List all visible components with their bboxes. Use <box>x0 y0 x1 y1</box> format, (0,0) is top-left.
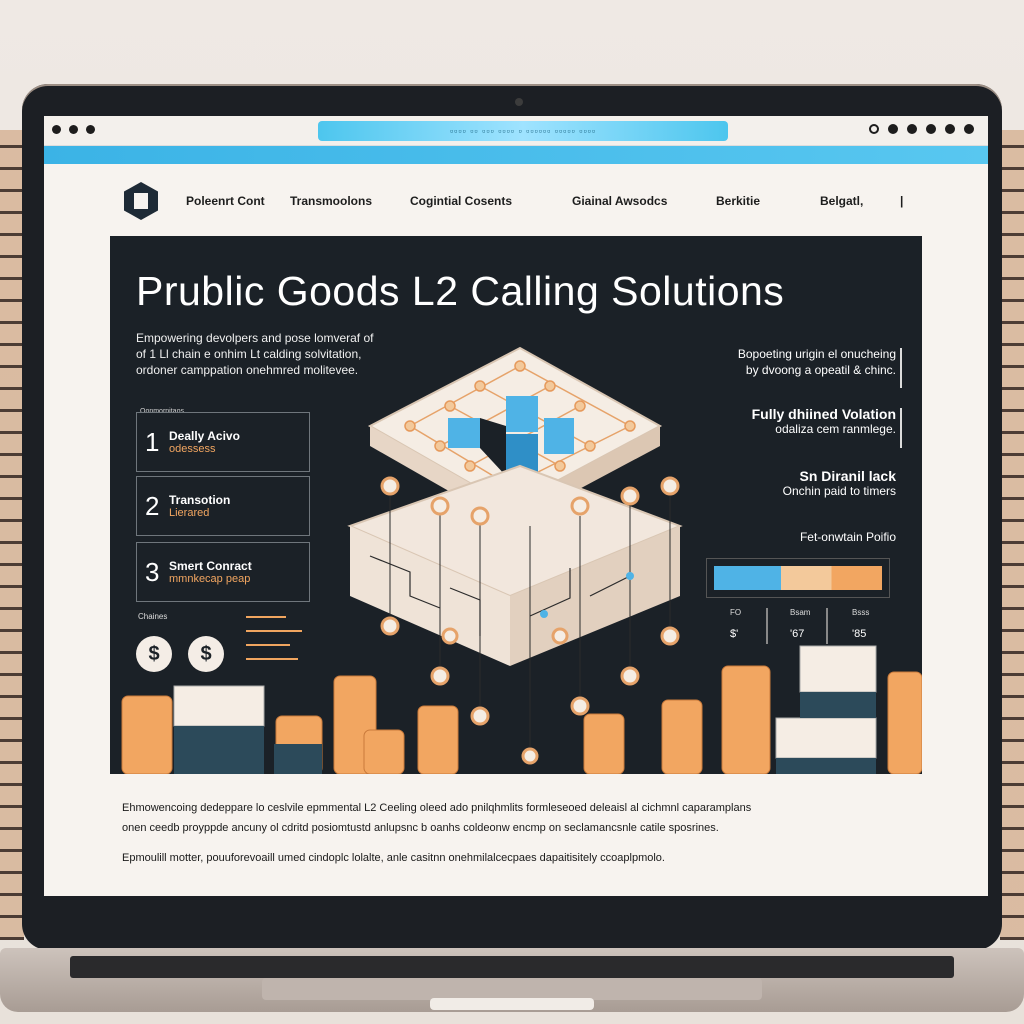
info-heading: Fet-onwtain Poifio <box>799 530 896 544</box>
menu-dot-icon[interactable] <box>964 124 974 134</box>
info-line: Bopoeting urigin el onucheing <box>737 347 896 361</box>
browser-tab-stripe <box>44 146 988 164</box>
maximize-dot-icon[interactable] <box>86 125 95 134</box>
nav-item[interactable]: Poleenrt Cont <box>186 194 265 208</box>
info-block: Fully dhiined Volation odaliza cem ranml… <box>752 406 896 436</box>
menu-dot-icon[interactable] <box>945 124 955 134</box>
divider-line <box>900 348 902 388</box>
menu-dot-icon[interactable] <box>926 124 936 134</box>
keyboard <box>70 956 954 978</box>
info-block: Sn Diranil lack Onchin paid to timers <box>783 468 896 498</box>
laptop-screen: ▫▫▫▫ ▫▫ ▫▫▫ ▫▫▫▫ ▫ ▫▫▫▫▫▫ ▫▫▫▫▫ ▫▫▫▫ Pol… <box>44 116 988 896</box>
shelf-left <box>0 130 24 940</box>
bar-line <box>246 616 286 618</box>
step-card-2[interactable]: 2 Transotion Lierared <box>136 476 310 536</box>
info-block: Fet-onwtain Poifio <box>800 530 896 544</box>
footer-text-line: onen ceedb proyppde ancuny ol cdritd pos… <box>122 822 719 834</box>
info-heading: Sn Diranil lack <box>799 468 896 484</box>
info-block: Bopoeting urigin el onucheing by dvoong … <box>738 346 896 378</box>
lid-notch <box>430 998 594 1010</box>
step-number: 3 <box>145 557 160 587</box>
trackpad <box>262 978 762 1000</box>
minimize-dot-icon[interactable] <box>69 125 78 134</box>
coin-stacks-illustration <box>121 645 922 774</box>
browser-toolbar: ▫▫▫▫ ▫▫ ▫▫▫ ▫▫▫▫ ▫ ▫▫▫▫▫▫ ▫▫▫▫▫ ▫▫▫▫ <box>44 116 988 146</box>
close-dot-icon[interactable] <box>52 125 61 134</box>
stat-label: Bsam <box>790 608 811 617</box>
nav-item[interactable]: Transmoolons <box>290 194 372 208</box>
step-title: Deally Acivo <box>169 429 240 443</box>
browser-actions <box>869 124 974 134</box>
nav-item[interactable]: Berkitie <box>716 194 760 208</box>
step-subtitle: Lierared <box>169 507 210 519</box>
menu-dot-icon[interactable] <box>907 124 917 134</box>
logo-inner <box>134 193 148 209</box>
step-number: 2 <box>145 491 160 521</box>
nav-item[interactable]: Cogintial Cosents <box>410 194 512 208</box>
site-nav: Poleenrt Cont Transmoolons Cogintial Cos… <box>44 176 988 224</box>
step-card-1[interactable]: 1 Deally Acivo odessess <box>136 412 310 472</box>
info-subtext: Onchin paid to timers <box>782 484 896 498</box>
step-title: Transotion <box>169 493 231 507</box>
portfolio-gradient-bar <box>714 566 882 590</box>
bar-line <box>246 630 302 632</box>
webcam <box>515 98 523 106</box>
info-line: by dvoong a opeatil & chinc. <box>745 363 896 377</box>
hero-panel: Prublic Goods L2 Calling Solutions Empow… <box>110 236 922 774</box>
info-heading: Fully dhiined Volation <box>751 406 896 422</box>
window-controls <box>52 125 95 134</box>
address-bar[interactable]: ▫▫▫▫ ▫▫ ▫▫▫ ▫▫▫▫ ▫ ▫▫▫▫▫▫ ▫▫▫▫▫ ▫▫▫▫ <box>318 121 728 141</box>
nav-item[interactable]: Giainal Awsodcs <box>572 194 667 208</box>
step-number: 1 <box>145 427 160 457</box>
step-title: Smert Conract <box>169 559 252 573</box>
step-subtitle: mmnkecap peap <box>169 573 251 585</box>
step-subtitle: odessess <box>169 443 216 455</box>
shelf-right <box>1000 130 1024 940</box>
menu-dot-icon[interactable] <box>888 124 898 134</box>
stat-label: FO <box>730 608 742 617</box>
nav-item[interactable]: Belgatl, <box>820 194 863 208</box>
info-subtext: odaliza cem ranmlege. <box>775 422 896 436</box>
hero-title: Prublic Goods L2 Calling Solutions <box>136 268 785 314</box>
footer-text-line: Epmoulill motter, pouuforevoaill umed ci… <box>122 852 665 864</box>
nav-item[interactable]: | <box>900 194 903 208</box>
extension-icon[interactable] <box>869 124 879 134</box>
chains-label: Chaines <box>138 612 168 621</box>
stat-label: Bsss <box>852 608 870 617</box>
footer-text-line: Ehmowencoing dedeppare lo ceslvile epmme… <box>122 802 752 814</box>
divider-line <box>900 408 902 448</box>
step-card-3[interactable]: 3 Smert Conract mmnkecap peap <box>136 542 310 602</box>
